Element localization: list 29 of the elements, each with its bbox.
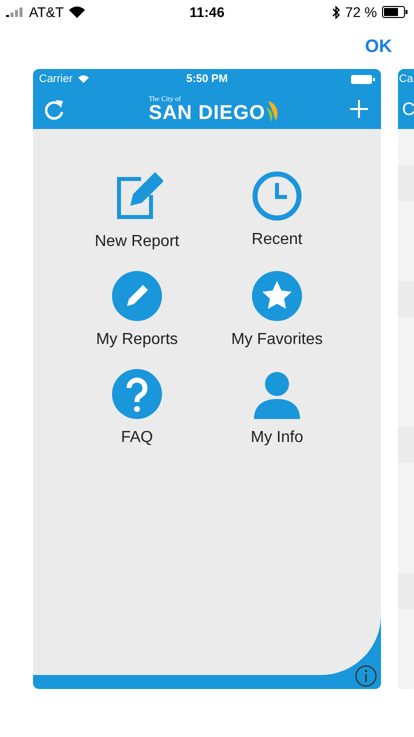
plus-icon[interactable]	[349, 99, 369, 119]
battery-icon	[382, 6, 408, 18]
menu-tile[interactable]: My Favorites	[207, 271, 347, 349]
menu-tile[interactable]: My Info	[207, 369, 347, 447]
nav-text: C	[402, 98, 414, 120]
pencil-icon	[112, 271, 162, 321]
clock-time: 11:46	[189, 4, 225, 20]
battery-icon	[350, 74, 375, 84]
wifi-icon	[68, 6, 85, 18]
clock-time: 5:50 PM	[186, 73, 228, 85]
refresh-icon[interactable]	[45, 98, 65, 120]
clock-icon	[252, 171, 302, 221]
person-icon	[252, 369, 302, 419]
ok-button[interactable]: OK	[361, 32, 396, 61]
menu-tile[interactable]: My Reports	[67, 271, 207, 349]
info-icon[interactable]	[355, 665, 377, 687]
wifi-icon	[78, 75, 89, 83]
menu-tile[interactable]: New Report	[67, 171, 207, 251]
carrier-name: Ca	[399, 73, 414, 85]
sun-logo-icon	[266, 99, 280, 123]
bluetooth-icon	[332, 6, 340, 18]
carrier-name: AT&T	[29, 4, 64, 20]
battery-percent: 72 %	[345, 4, 377, 20]
logo-title: SAN DIEGO	[148, 103, 266, 123]
carrier-name: Carrier	[39, 73, 73, 85]
question-icon	[112, 369, 162, 419]
menu-tile[interactable]: Recent	[207, 171, 347, 251]
menu-tile[interactable]: FAQ	[67, 369, 207, 447]
signal-icon	[6, 7, 24, 17]
